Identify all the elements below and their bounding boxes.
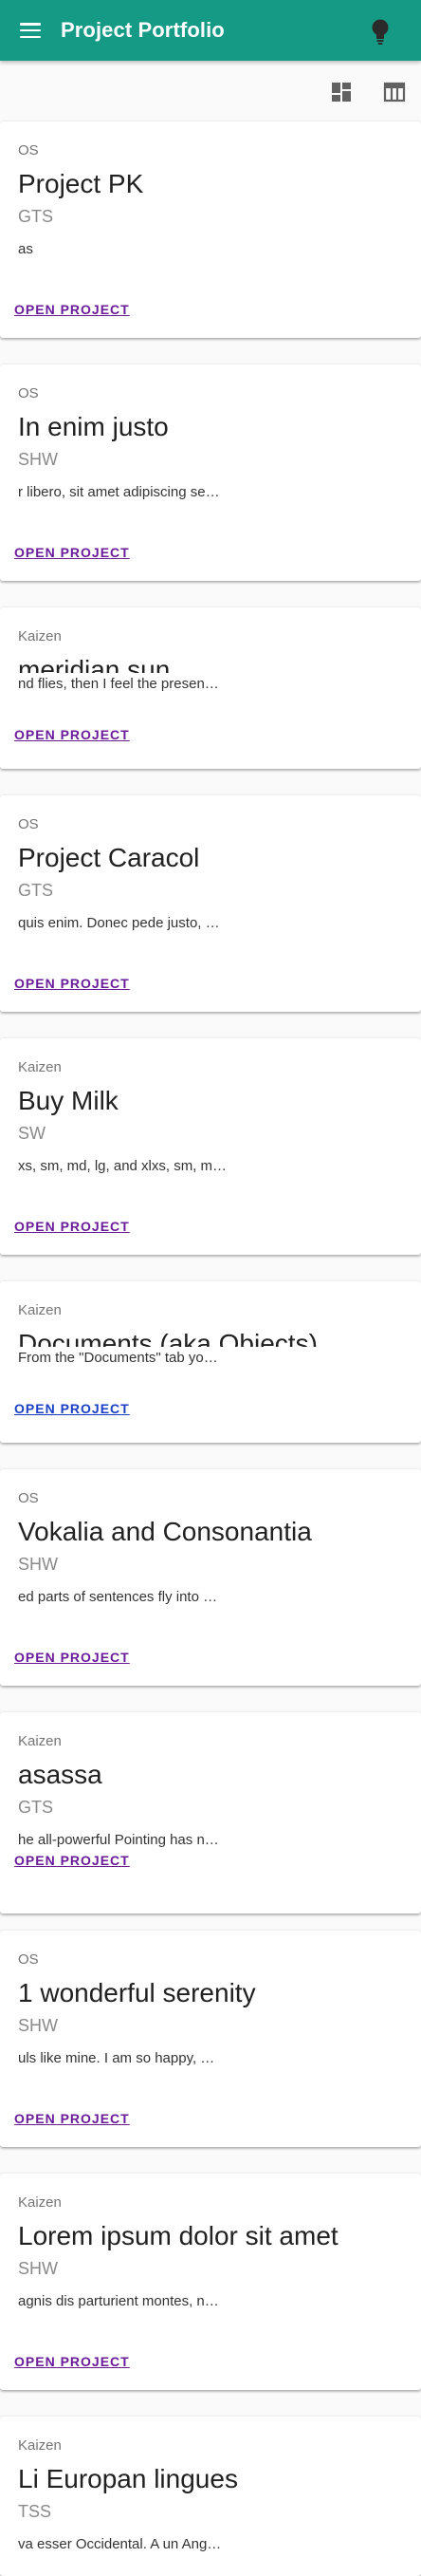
open-project-link[interactable]: OPEN PROJECT [14, 2111, 130, 2126]
dashboard-view-icon [332, 83, 351, 102]
table-view-icon [383, 82, 406, 103]
open-project-link[interactable]: OPEN PROJECT [14, 302, 130, 317]
project-description: r libero, sit amet adipiscing se… [18, 484, 220, 500]
lightbulb-button[interactable] [368, 17, 393, 46]
project-code: TSS [18, 2502, 52, 2521]
project-category: Kaizen [18, 1302, 62, 1318]
project-card: Kaizen Buy Milk SW xs, sm, md, lg, and x… [0, 1038, 421, 1255]
project-description: nd flies, then I feel the presen… [18, 676, 219, 692]
project-card: OS Project PK GTS as OPEN PROJECT [0, 121, 421, 338]
project-description: he all-powerful Pointing has n… [18, 1832, 219, 1848]
project-card: OS In enim justo SHW r libero, sit amet … [0, 364, 421, 581]
project-category: Kaizen [18, 2437, 62, 2454]
project-category: OS [18, 1490, 39, 1506]
app-title: Project Portfolio [61, 18, 225, 42]
project-card: OS 1 wonderful serenity SHW uls like min… [0, 1931, 421, 2147]
open-project-link[interactable]: OPEN PROJECT [14, 1219, 130, 1234]
open-project-link[interactable]: OPEN PROJECT [14, 1401, 130, 1416]
project-card: OS Vokalia and Consonantia SHW ed parts … [0, 1469, 421, 1686]
open-project-link[interactable]: OPEN PROJECT [14, 976, 130, 991]
project-code: GTS [18, 207, 54, 226]
project-card: Kaizen Lorem ipsum dolor sit amet SHW ag… [0, 2174, 421, 2390]
project-code: SW [18, 1124, 46, 1143]
project-name: meridian sun [18, 655, 171, 673]
project-card: Kaizen asassa GTS he all-powerful Pointi… [0, 1712, 421, 1913]
project-code: SHW [18, 2016, 58, 2035]
project-card: Kaizen Documents (aka Objects) From the … [0, 1281, 421, 1443]
project-description: From the "Documents" tab yo… [18, 1350, 218, 1366]
view-toggle [315, 74, 421, 110]
project-card: OS Project Caracol GTS quis enim. Donec … [0, 795, 421, 1012]
project-name: asassa [18, 1760, 102, 1789]
menu-button[interactable] [0, 0, 61, 61]
project-category: OS [18, 385, 39, 401]
project-name: Project Caracol [18, 843, 200, 872]
project-code: SHW [18, 2259, 58, 2278]
project-description: va esser Occidental. A un Ang… [18, 2536, 222, 2552]
project-category: Kaizen [18, 2194, 62, 2211]
project-card: Kaizen Li Europan lingues TSS va esser O… [0, 2417, 421, 2576]
project-code: SHW [18, 1555, 58, 1574]
project-description: as [18, 241, 33, 257]
project-name: Project PK [18, 169, 144, 198]
project-code: GTS [18, 881, 54, 900]
dashboard-view-button[interactable] [315, 74, 368, 110]
project-description: ed parts of sentences fly into … [18, 1589, 218, 1605]
project-code: SHW [18, 450, 58, 469]
project-description: agnis dis parturient montes, n… [18, 2293, 219, 2309]
project-code: GTS [18, 1798, 54, 1817]
project-category: OS [18, 142, 39, 159]
project-category: OS [18, 1951, 39, 1968]
project-name: Documents (aka Objects) [18, 1329, 318, 1347]
project-category: Kaizen [18, 1059, 62, 1075]
open-project-link[interactable]: OPEN PROJECT [14, 1853, 130, 1868]
project-name: In enim justo [18, 412, 169, 441]
project-category: OS [18, 816, 39, 832]
project-name: Lorem ipsum dolor sit amet [18, 2221, 339, 2250]
lightbulb-icon [372, 19, 389, 45]
project-name: Vokalia and Consonantia [18, 1517, 312, 1546]
project-name: 1 wonderful serenity [18, 1978, 256, 2007]
menu-icon [20, 23, 41, 38]
project-card: Kaizen meridian sun nd flies, then I fee… [0, 607, 421, 769]
project-category: Kaizen [18, 1733, 62, 1749]
project-description: uls like mine. I am so happy, … [18, 2050, 215, 2066]
project-description: quis enim. Donec pede justo, … [18, 915, 220, 931]
project-name: Buy Milk [18, 1086, 119, 1115]
project-description: xs, sm, md, lg, and xlxs, sm, m… [18, 1158, 228, 1174]
open-project-link[interactable]: OPEN PROJECT [14, 727, 130, 742]
app-bar: Project Portfolio [0, 0, 421, 61]
open-project-link[interactable]: OPEN PROJECT [14, 2354, 130, 2369]
open-project-link[interactable]: OPEN PROJECT [14, 545, 130, 560]
table-view-button[interactable] [368, 74, 421, 110]
open-project-link[interactable]: OPEN PROJECT [14, 1650, 130, 1665]
project-name: Li Europan lingues [18, 2464, 238, 2493]
project-category: Kaizen [18, 628, 62, 644]
